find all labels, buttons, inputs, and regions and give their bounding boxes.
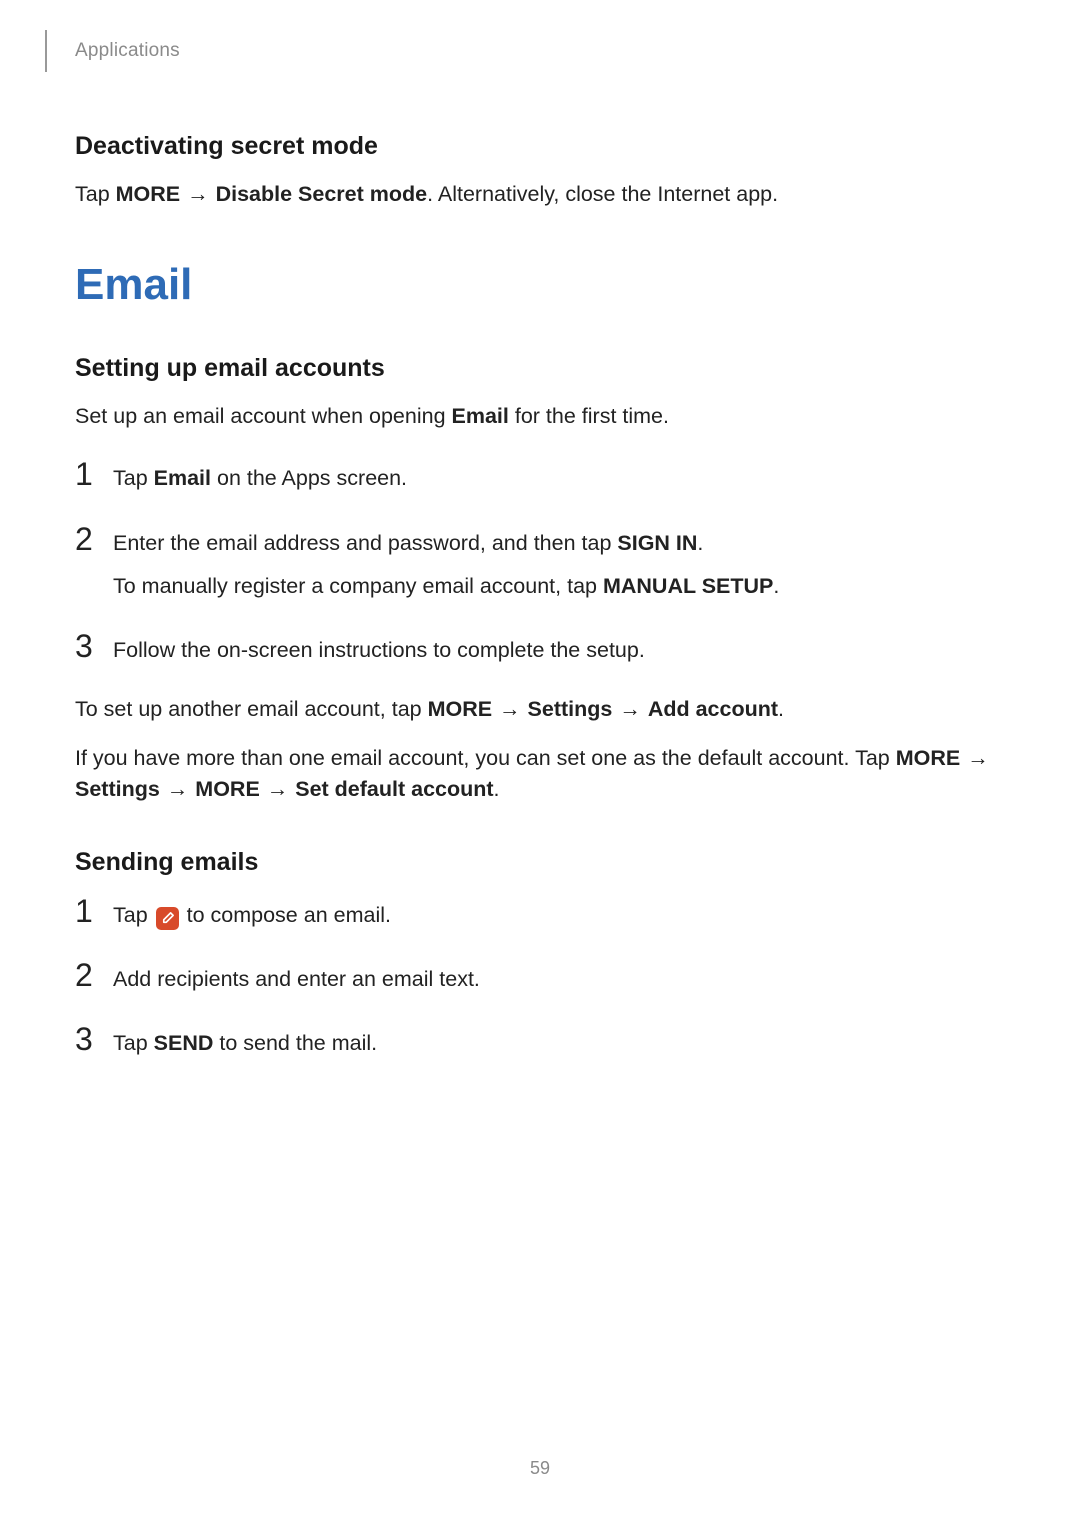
text: To set up another email account, tap: [75, 697, 428, 721]
text: Tap: [113, 1031, 154, 1055]
compose-icon: [156, 907, 179, 930]
bold-email: Email: [154, 466, 211, 490]
bold-add-account: Add account: [648, 697, 778, 721]
bold-sign-in: SIGN IN: [617, 531, 697, 555]
text: for the first time.: [509, 404, 669, 428]
page: Applications Deactivating secret mode Ta…: [0, 0, 1080, 1059]
arrow-icon: →: [260, 777, 295, 801]
text: .: [778, 697, 784, 721]
page-number: 59: [0, 1458, 1080, 1479]
step-body: Tap to compose an email.: [113, 900, 391, 931]
section-label: Applications: [75, 40, 180, 62]
step-body: Enter the email address and password, an…: [113, 528, 779, 602]
bold-settings: Settings: [75, 777, 160, 801]
list-item: 2 Enter the email address and password, …: [75, 523, 1005, 602]
setup-after-paragraph-2: If you have more than one email account,…: [75, 743, 1005, 805]
bold-settings: Settings: [528, 697, 613, 721]
list-item: 1 Tap Email on the Apps screen.: [75, 458, 1005, 494]
bold-more: MORE: [116, 182, 181, 206]
heading-email: Email: [75, 260, 1005, 310]
step-body: Add recipients and enter an email text.: [113, 964, 480, 995]
text: on the Apps screen.: [211, 466, 407, 490]
bold-more: MORE: [896, 746, 961, 770]
arrow-icon: →: [180, 182, 215, 206]
bold-more: MORE: [195, 777, 260, 801]
step-number: 2: [75, 959, 113, 991]
setup-steps-list: 1 Tap Email on the Apps screen. 2 Enter …: [75, 458, 1005, 666]
text: Tap: [113, 466, 154, 490]
setup-intro: Set up an email account when opening Ema…: [75, 401, 1005, 432]
step-number: 3: [75, 1023, 113, 1055]
list-item: 3 Tap SEND to send the mail.: [75, 1023, 1005, 1059]
sending-steps-list: 1 Tap to compose an email. 2 Add recipie…: [75, 895, 1005, 1060]
header-tick: [45, 30, 47, 72]
bold-more: MORE: [428, 697, 493, 721]
heading-deactivating: Deactivating secret mode: [75, 132, 1005, 161]
list-item: 1 Tap to compose an email.: [75, 895, 1005, 931]
arrow-icon: →: [492, 697, 527, 721]
text: Tap: [75, 182, 116, 206]
text: to send the mail.: [213, 1031, 377, 1055]
page-header: Applications: [45, 30, 1005, 72]
text: . Alternatively, close the Internet app.: [427, 182, 778, 206]
list-item: 3 Follow the on-screen instructions to c…: [75, 630, 1005, 666]
setup-after-paragraph-1: To set up another email account, tap MOR…: [75, 694, 1005, 725]
step-body: Tap Email on the Apps screen.: [113, 463, 407, 494]
heading-sending: Sending emails: [75, 848, 1005, 877]
bold-manual-setup: MANUAL SETUP: [603, 574, 773, 598]
text: Set up an email account when opening: [75, 404, 452, 428]
text: If you have more than one email account,…: [75, 746, 896, 770]
heading-setup: Setting up email accounts: [75, 354, 1005, 383]
deactivating-paragraph: Tap MORE → Disable Secret mode. Alternat…: [75, 179, 1005, 210]
step-body: Follow the on-screen instructions to com…: [113, 635, 645, 666]
text: To manually register a company email acc…: [113, 574, 603, 598]
bold-email: Email: [452, 404, 509, 428]
bold-send: SEND: [154, 1031, 214, 1055]
bold-disable-secret-mode: Disable Secret mode: [216, 182, 428, 206]
step-body: Tap SEND to send the mail.: [113, 1028, 377, 1059]
step-number: 1: [75, 458, 113, 490]
text: Tap: [113, 903, 154, 927]
text: .: [697, 531, 703, 555]
step-number: 3: [75, 630, 113, 662]
text: Enter the email address and password, an…: [113, 531, 617, 555]
arrow-icon: →: [160, 777, 195, 801]
text: to compose an email.: [181, 903, 391, 927]
step-subline: To manually register a company email acc…: [113, 571, 779, 602]
step-number: 2: [75, 523, 113, 555]
arrow-icon: →: [960, 746, 989, 770]
text: .: [773, 574, 779, 598]
step-number: 1: [75, 895, 113, 927]
arrow-icon: →: [612, 697, 647, 721]
list-item: 2 Add recipients and enter an email text…: [75, 959, 1005, 995]
text: .: [494, 777, 500, 801]
bold-set-default-account: Set default account: [295, 777, 493, 801]
